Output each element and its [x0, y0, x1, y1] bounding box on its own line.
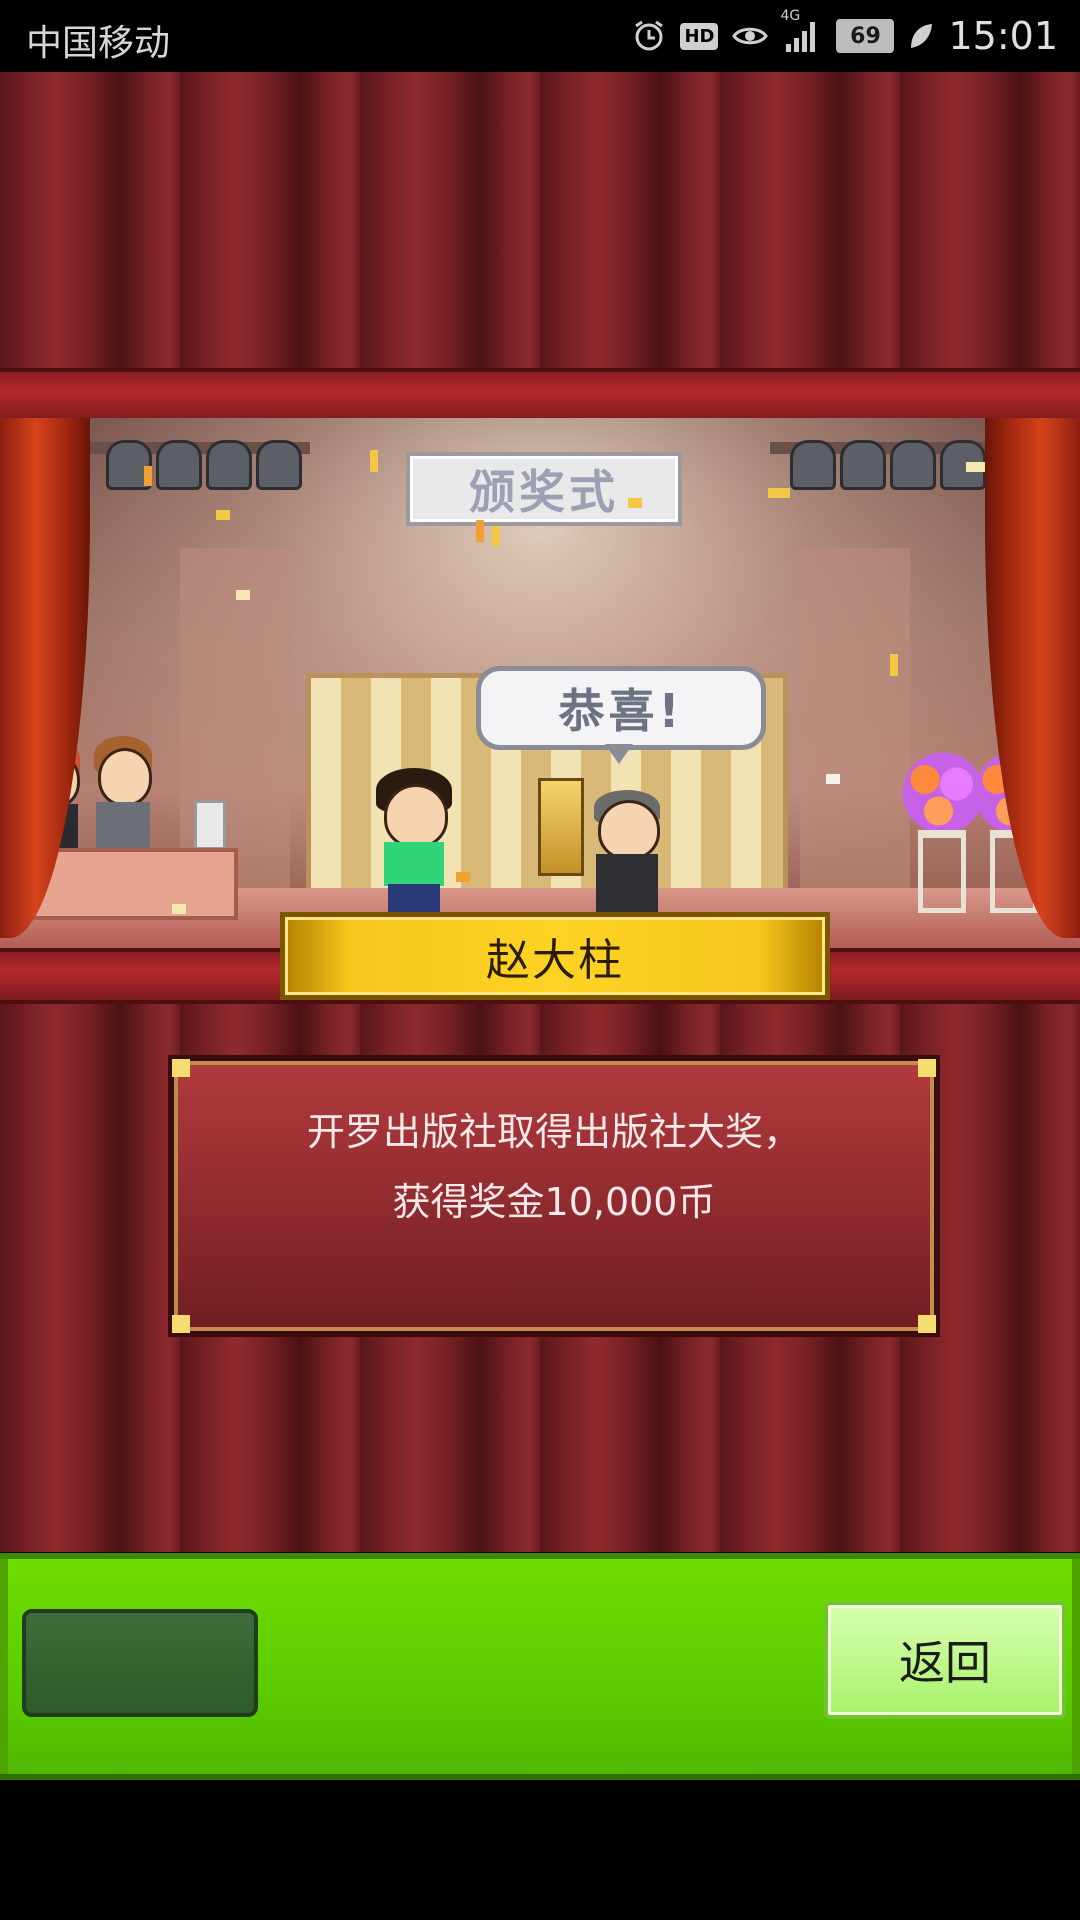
award-stage-scene: 颁奖式 恭喜! — [0, 418, 1080, 948]
spotlight-icon — [790, 440, 836, 490]
presenter-character — [592, 790, 664, 912]
corner-ornament — [172, 1315, 190, 1333]
winner-nameplate: 赵大柱 — [280, 912, 830, 1000]
status-bar: 中国移动 HD 4G 69 15:01 — [0, 0, 1080, 72]
signal-icon: 4G — [780, 8, 822, 54]
clock: 15:01 — [948, 14, 1058, 58]
speech-bubble: 恭喜! — [476, 666, 766, 750]
award-message-line-2: 获得奖金10,000币 — [392, 1180, 716, 1224]
spotlight-icon — [890, 440, 936, 490]
trophy-cup-icon — [194, 800, 226, 850]
hd-icon: HD — [680, 22, 719, 50]
confetti-icon — [492, 526, 500, 546]
confetti-icon — [370, 450, 378, 472]
confetti-icon — [144, 466, 152, 486]
corner-ornament — [918, 1315, 936, 1333]
ceremony-sign: 颁奖式 — [406, 452, 682, 526]
stage-pillar-right — [800, 548, 910, 908]
network-type-label: 4G — [780, 8, 801, 24]
corner-ornament — [172, 1059, 190, 1077]
alarm-icon — [632, 19, 666, 53]
disabled-button[interactable] — [22, 1609, 258, 1717]
status-icons: HD 4G 69 15:01 — [632, 8, 1058, 62]
confetti-icon — [768, 488, 790, 498]
confetti-icon — [628, 498, 642, 508]
award-message-line-1: 开罗出版社取得出版社大奖， — [306, 1110, 801, 1154]
eye-icon — [732, 22, 769, 50]
confetti-icon — [236, 590, 250, 600]
award-message-box: 开罗出版社取得出版社大奖， 获得奖金10,000币 — [168, 1055, 940, 1337]
leaf-icon — [908, 21, 934, 51]
confetti-icon — [456, 872, 470, 882]
confetti-icon — [172, 904, 186, 914]
trophy-icon — [538, 778, 584, 876]
confetti-icon — [890, 654, 898, 676]
corner-ornament — [918, 1059, 936, 1077]
spotlight-icon — [156, 440, 202, 490]
spotlight-icon — [256, 440, 302, 490]
confetti-icon — [826, 774, 840, 784]
speech-bubble-tail — [605, 744, 633, 764]
carrier-label: 中国移动 — [26, 23, 171, 64]
spotlight-icon — [840, 440, 886, 490]
confetti-icon — [476, 520, 484, 542]
spotlight-icon — [206, 440, 252, 490]
winner-character — [376, 768, 452, 916]
battery-icon: 69 — [836, 19, 895, 53]
confetti-icon — [216, 510, 230, 520]
bottom-action-bar: 返回 — [0, 1553, 1080, 1780]
back-button[interactable]: 返回 — [824, 1601, 1066, 1719]
flower-stand — [918, 830, 966, 913]
